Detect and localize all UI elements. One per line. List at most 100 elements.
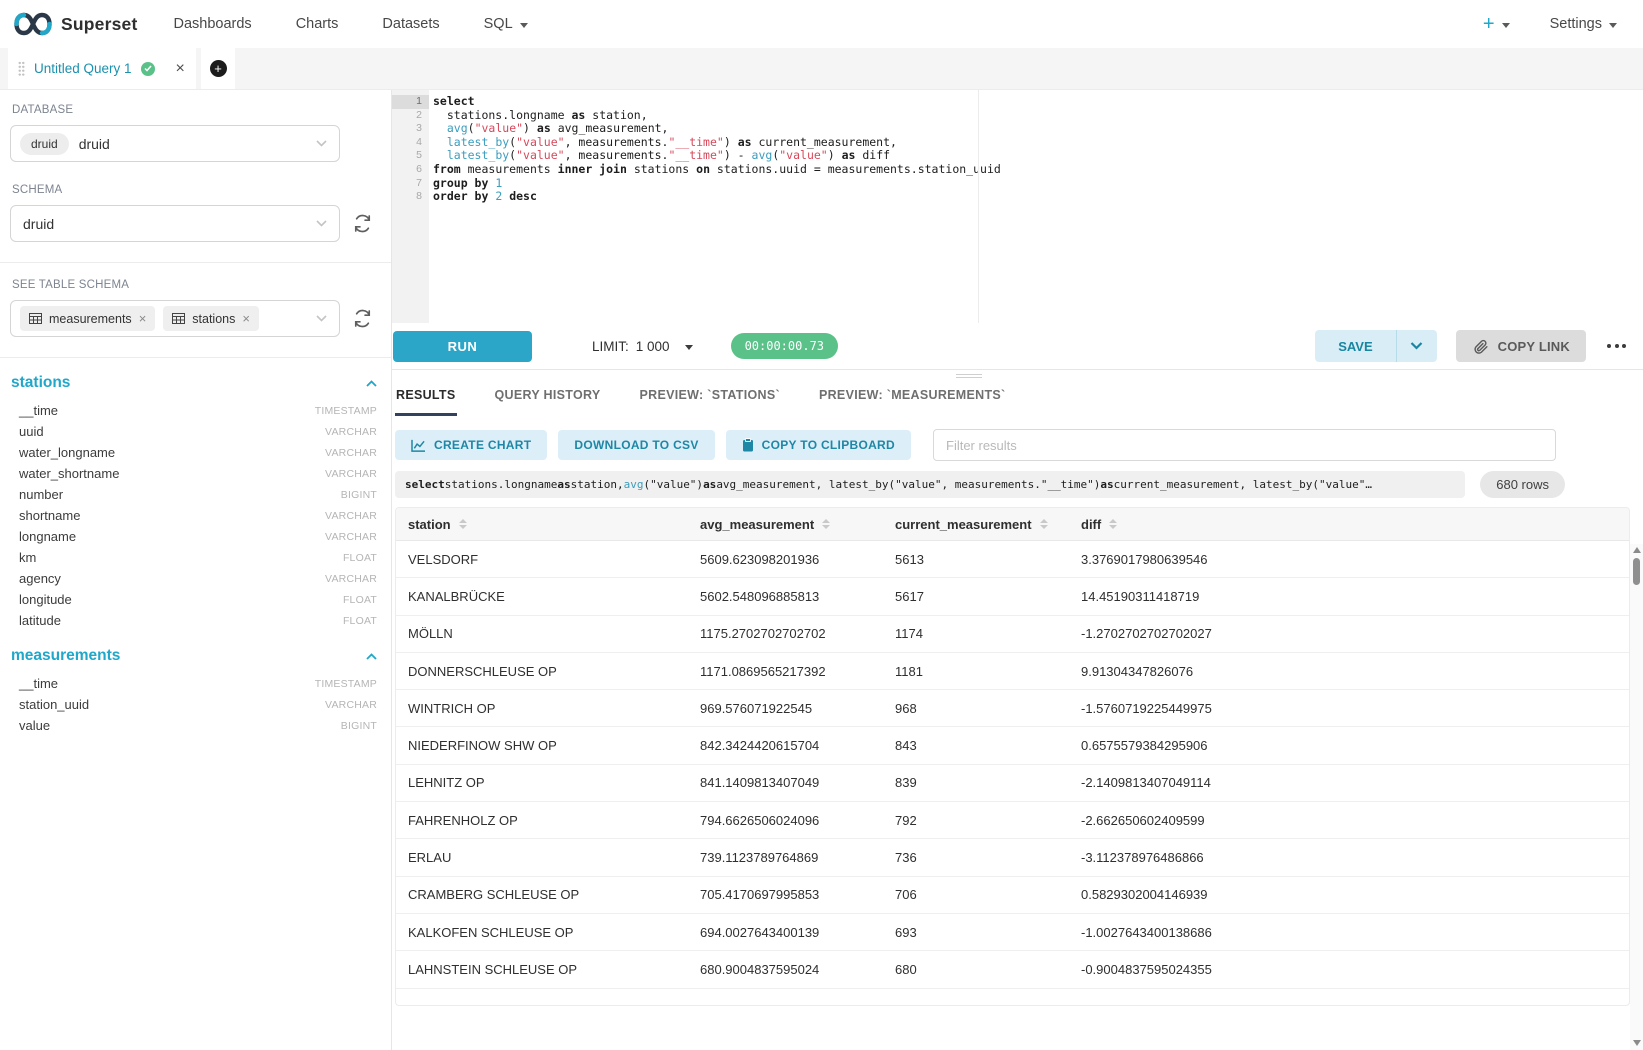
table-cell: CRAMBERG SCHLEUSE OP (396, 887, 688, 902)
close-tab-icon[interactable]: × (176, 61, 185, 77)
collapse-icon[interactable] (366, 653, 377, 660)
save-button[interactable]: SAVE (1315, 330, 1395, 362)
database-select[interactable]: druid druid (10, 125, 340, 162)
refresh-tables-button[interactable] (353, 309, 372, 328)
column-type: VARCHAR (325, 447, 377, 459)
superset-brand[interactable]: Superset (14, 12, 138, 36)
table-chip-label: measurements (49, 312, 132, 326)
table-cell: 841.1409813407049 (688, 775, 883, 790)
superset-logo-icon (14, 12, 52, 36)
clipboard-icon (742, 438, 754, 452)
limit-control[interactable]: LIMIT: 1 000 (592, 339, 693, 354)
code-line: latest_by("value", measurements."__time"… (433, 149, 1643, 163)
caret-down-icon (1609, 23, 1617, 28)
nav-item-charts[interactable]: Charts (296, 16, 339, 32)
column-header-avg-measurement[interactable]: avg_measurement (688, 517, 883, 532)
scrollbar-thumb[interactable] (1633, 558, 1640, 585)
table-cell: -0.9004837595024355 (1069, 962, 1629, 977)
results-tabs: RESULTS QUERY HISTORY PREVIEW: `STATIONS` P… (393, 380, 1643, 416)
line-number: 3 (392, 122, 429, 136)
schema-column-row: station_uuidVARCHAR (10, 694, 381, 715)
table-cell: 842.3424420615704 (688, 738, 883, 753)
settings-menu[interactable]: Settings (1550, 16, 1617, 32)
schema-table-name[interactable]: stations (11, 374, 70, 392)
results-tab-preview-stations[interactable]: PREVIEW: `STATIONS` (639, 382, 781, 416)
schema-select[interactable]: druid (10, 205, 340, 242)
table-row: KALKOFEN SCHLEUSE OP694.0027643400139693… (396, 914, 1629, 951)
nav-item-sql[interactable]: SQL (484, 16, 528, 32)
table-cell: 706 (883, 887, 1069, 902)
schema-table-name[interactable]: measurements (11, 647, 120, 665)
more-options-button[interactable] (1605, 340, 1628, 352)
column-header-current-measurement[interactable]: current_measurement (883, 517, 1069, 532)
table-cell: 3.3769017980639546 (1069, 552, 1629, 567)
table-cell: 1174 (883, 626, 1069, 641)
caret-down-icon (520, 23, 528, 28)
vertical-scrollbar[interactable] (1630, 544, 1643, 1050)
table-icon (29, 313, 42, 324)
column-type: BIGINT (341, 720, 377, 732)
table-cell: 1181 (883, 664, 1069, 679)
collapse-icon[interactable] (366, 380, 377, 387)
table-chip-stations[interactable]: stations × (163, 306, 259, 331)
scroll-up-icon[interactable] (1633, 547, 1641, 553)
code-line: stations.longname as station, (433, 109, 1643, 123)
column-type: TIMESTAMP (315, 405, 377, 417)
copy-link-button[interactable]: COPY LINK (1456, 330, 1586, 362)
table-cell: FAHRENHOLZ OP (396, 813, 688, 828)
nav-right: + Settings (1483, 13, 1617, 36)
add-tab-button[interactable]: + (210, 60, 227, 77)
save-options-button[interactable] (1397, 330, 1437, 362)
column-header-diff[interactable]: diff (1069, 517, 1629, 532)
column-header-station[interactable]: station (396, 517, 688, 532)
table-cell: 5602.548096885813 (688, 589, 883, 604)
query-tab[interactable]: Untitled Query 1 × (8, 48, 196, 89)
table-cell: 5613 (883, 552, 1069, 567)
table-cell: 794.6626506024096 (688, 813, 883, 828)
table-cell: NIEDERFINOW SHW OP (396, 738, 688, 753)
table-cell: MÖLLN (396, 626, 688, 641)
schema-column-row: valueBIGINT (10, 715, 381, 736)
schema-section-stations: stations__timeTIMESTAMPuuidVARCHARwater_… (10, 374, 381, 631)
new-item-button[interactable]: + (1483, 13, 1510, 36)
table-row: NIEDERFINOW SHW OP842.34244206157048430.… (396, 727, 1629, 764)
filter-results-input[interactable] (933, 429, 1556, 461)
schema-column-row: __timeTIMESTAMP (10, 400, 381, 421)
create-chart-button[interactable]: CREATE CHART (395, 430, 547, 460)
column-type: TIMESTAMP (315, 678, 377, 690)
results-pane: RESULTS QUERY HISTORY PREVIEW: `STATIONS` P… (392, 370, 1643, 1050)
column-name: agency (19, 571, 61, 586)
results-tab-preview-measurements[interactable]: PREVIEW: `MEASUREMENTS` (818, 382, 1007, 416)
schema-value: druid (23, 216, 54, 232)
copy-clipboard-button[interactable]: COPY TO CLIPBOARD (726, 430, 911, 460)
results-tab-query-history[interactable]: QUERY HISTORY (494, 382, 602, 416)
results-tab-results[interactable]: RESULTS (395, 382, 457, 416)
nav-item-label: Charts (296, 16, 339, 32)
sql-editor[interactable]: 12345678 select stations.longname as sta… (392, 90, 1643, 323)
sort-icon (459, 519, 467, 530)
table-chip-measurements[interactable]: measurements × (20, 306, 155, 331)
scroll-down-icon[interactable] (1633, 1040, 1641, 1046)
run-button[interactable]: RUN (393, 331, 532, 362)
schema-column-row: longnameVARCHAR (10, 526, 381, 547)
table-row: FAHRENHOLZ OP794.6626506024096792-2.6626… (396, 802, 1629, 839)
nav-item-datasets[interactable]: Datasets (382, 16, 439, 32)
table-schema-select[interactable]: measurements × stations × (10, 300, 340, 337)
drag-handle-icon[interactable] (18, 61, 25, 76)
query-preview-row: select stations.longname as station, avg… (395, 471, 1565, 498)
splitter-grip[interactable] (956, 374, 982, 378)
code-area[interactable]: select stations.longname as station, avg… (429, 90, 1643, 323)
table-icon (172, 313, 185, 324)
nav-item-dashboards[interactable]: Dashboards (174, 16, 252, 32)
remove-chip-icon[interactable]: × (139, 311, 147, 326)
line-number: 4 (392, 136, 429, 150)
download-csv-button[interactable]: DOWNLOAD TO CSV (558, 430, 714, 460)
table-chip-label: stations (192, 312, 235, 326)
table-row: LEHNITZ OP841.1409813407049839-2.1409813… (396, 765, 1629, 802)
column-name: latitude (19, 613, 61, 628)
refresh-schemas-button[interactable] (353, 214, 372, 233)
remove-chip-icon[interactable]: × (242, 311, 250, 326)
create-chart-label: CREATE CHART (434, 438, 531, 452)
table-cell: LAHNSTEIN SCHLEUSE OP (396, 962, 688, 977)
column-name: km (19, 550, 36, 565)
